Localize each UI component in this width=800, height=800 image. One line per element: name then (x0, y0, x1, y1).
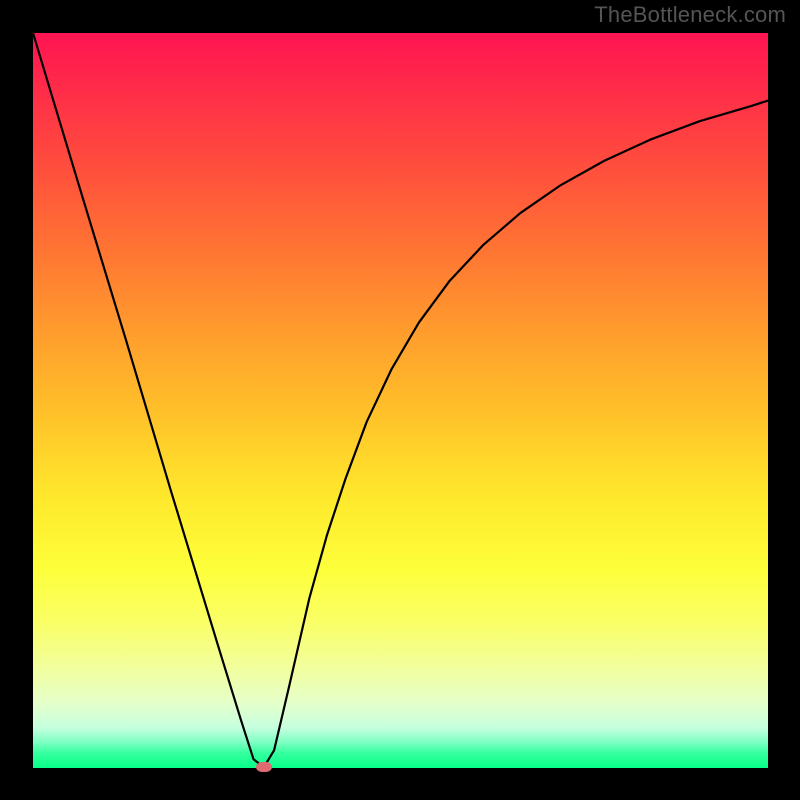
curve-path (33, 33, 768, 767)
chart-frame: TheBottleneck.com (0, 0, 800, 800)
plot-area (33, 33, 768, 768)
watermark-text: TheBottleneck.com (594, 2, 786, 28)
curve-svg (33, 33, 768, 768)
minimum-marker (256, 762, 272, 772)
